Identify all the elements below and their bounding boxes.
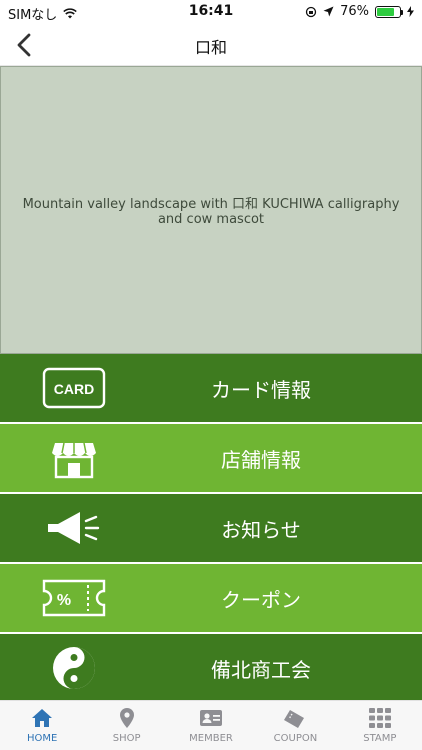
member-card-icon [200,710,223,726]
tab-label: MEMBER [189,733,233,744]
tab-label: STAMP [363,733,397,744]
tab-home[interactable]: HOME [0,701,84,750]
svg-text:%: % [57,592,71,609]
shop-icon [38,433,110,483]
menu-item-association[interactable]: 備北商工会 [0,634,422,702]
stamp-grid-icon [368,708,391,728]
tab-member[interactable]: MEMBER [169,701,253,750]
yin-yang-icon [38,643,110,693]
battery-icon [375,5,403,18]
menu-item-label: 店舗情報 [221,447,301,472]
status-bar: SIMなし 16:41 76% [0,0,422,24]
location-arrow-icon [323,6,334,17]
card-icon: CARD [38,363,110,413]
menu-item-label: 備北商工会 [211,657,311,682]
megaphone-icon [38,503,110,553]
tab-label: COUPON [273,733,318,744]
menu-item-coupon[interactable]: % クーポン [0,564,422,632]
battery-percent: 76% [340,4,369,19]
tab-stamp[interactable]: STAMP [338,701,422,750]
tab-coupon[interactable]: COUPON [253,701,337,750]
menu-item-news[interactable]: お知らせ [0,494,422,562]
menu-item-shop-info[interactable]: 店舗情報 [0,424,422,492]
home-icon [32,709,53,727]
coupon-icon: % [38,573,110,623]
tab-label: SHOP [112,733,141,744]
hero-banner: Mountain valley landscape with 口和 KUCHIW… [0,66,422,354]
menu-item-label: クーポン [221,587,301,612]
charging-bolt-icon [407,6,414,17]
location-pin-icon [119,708,134,728]
navigation-bar: 口和 [0,24,422,66]
tab-shop[interactable]: SHOP [84,701,168,750]
svg-text:CARD: CARD [54,381,94,397]
coupon-ticket-icon [284,710,305,728]
main-menu: CARD カード情報 店舗情報 お知らせ % クーポン 備北商工会 [0,354,422,704]
bottom-tab-bar: HOME SHOP MEMBER COUPON STAMP [0,700,422,750]
menu-item-label: カード情報 [211,377,311,402]
menu-item-card-info[interactable]: CARD カード情報 [0,354,422,422]
hero-image: Mountain valley landscape with 口和 KUCHIW… [0,66,422,354]
orientation-lock-icon [305,6,317,17]
hero-image-label: Mountain valley landscape with 口和 KUCHIW… [22,197,400,227]
menu-item-label: お知らせ [221,517,301,542]
tab-label: HOME [27,733,58,744]
page-title: 口和 [194,38,227,57]
